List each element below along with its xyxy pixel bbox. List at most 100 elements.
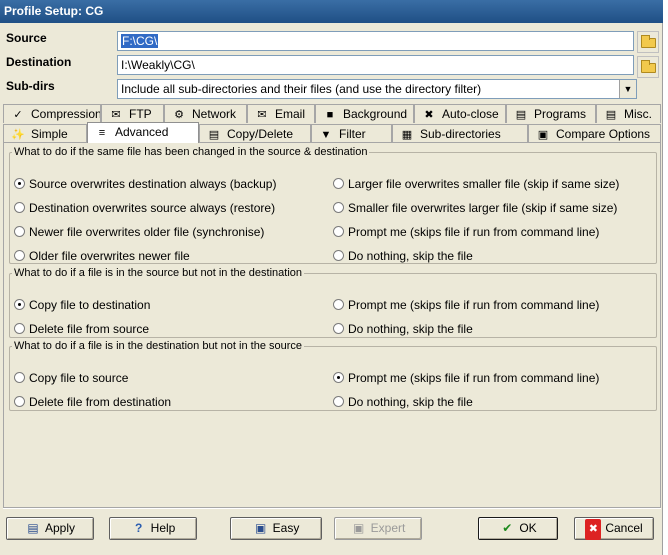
radio-dot: [333, 396, 344, 407]
radio-dot: [333, 372, 344, 383]
destination-value: I:\Weakly\CG\: [121, 58, 195, 72]
tab-email[interactable]: ✉ Email: [247, 104, 315, 123]
radio-larger-overwrites[interactable]: Larger file overwrites smaller file (ski…: [333, 176, 619, 192]
ftp-icon: ✉: [111, 109, 121, 121]
tab-advanced[interactable]: ≡ Advanced: [87, 122, 199, 143]
tab-compare-options[interactable]: ▣ Compare Options: [528, 124, 661, 143]
tab-auto-close[interactable]: ✖ Auto-close: [414, 104, 506, 123]
radio-dot: [14, 178, 25, 189]
radio-older-overwrites[interactable]: Older file overwrites newer file: [14, 248, 190, 264]
radio-label: Do nothing, skip the file: [348, 249, 473, 263]
radio-do-nothing[interactable]: Do nothing, skip the file: [333, 248, 473, 264]
radio-newer-overwrites[interactable]: Newer file overwrites older file (synchr…: [14, 224, 264, 240]
button-label: Apply: [44, 521, 76, 535]
tab-filter[interactable]: ▼ Filter: [311, 124, 392, 143]
button-label: Cancel: [605, 521, 643, 535]
radio-label: Larger file overwrites smaller file (ski…: [348, 177, 620, 191]
group-legend: What to do if a file is in the destinati…: [14, 340, 303, 352]
tab-label: Email: [275, 107, 306, 121]
sub-directories-icon: ▦: [401, 129, 413, 141]
network-icon: ⚙: [174, 109, 184, 121]
tab-label: Filter: [339, 127, 366, 141]
radio-dot: [333, 178, 344, 189]
group-legend: What to do if the same file has been cha…: [14, 146, 368, 158]
radio-copy-to-destination[interactable]: Copy file to destination: [14, 297, 150, 313]
radio-dot: [333, 226, 344, 237]
subdirs-value: Include all sub-directories and their fi…: [121, 82, 482, 96]
tab-compression[interactable]: ✓ Compression: [3, 104, 101, 123]
profile-setup-window: Profile Setup: CG Source F:\CG\ Destinat…: [0, 0, 663, 555]
destination-label: Destination: [6, 55, 72, 69]
radio-dot: [14, 299, 25, 310]
radio-label: Smaller file overwrites larger file (ski…: [348, 201, 618, 215]
advanced-icon: ≡: [98, 127, 106, 139]
tab-sub-directories[interactable]: ▦ Sub-directories: [392, 124, 528, 143]
source-value: F:\CG\: [121, 34, 159, 48]
help-icon: ?: [134, 521, 143, 535]
radio-dot: [14, 323, 25, 334]
subdirs-select[interactable]: Include all sub-directories and their fi…: [117, 79, 637, 99]
radio-dot: [14, 202, 25, 213]
radio-label: Delete file from source: [29, 322, 150, 336]
radio-smaller-overwrites[interactable]: Smaller file overwrites larger file (ski…: [333, 200, 617, 216]
tab-label: Compression: [31, 107, 101, 121]
radio-delete-from-destination[interactable]: Delete file from destination: [14, 394, 171, 410]
tab-simple[interactable]: ✨ Simple: [3, 124, 87, 143]
radio-delete-from-source[interactable]: Delete file from source: [14, 321, 149, 337]
radio-label: Copy file to source: [29, 371, 129, 385]
tab-misc[interactable]: ▤ Misc.: [596, 104, 661, 123]
radio-destination-overwrites[interactable]: Destination overwrites source always (re…: [14, 200, 275, 216]
radio-do-nothing[interactable]: Do nothing, skip the file: [333, 394, 473, 410]
cancel-button[interactable]: ✖ Cancel: [574, 517, 654, 540]
radio-label: Source overwrites destination always (ba…: [29, 177, 277, 191]
compression-icon: ✓: [13, 109, 23, 121]
ok-button[interactable]: ✔ OK: [478, 517, 558, 540]
radio-label: Delete file from destination: [29, 395, 172, 409]
programs-icon: ▤: [515, 109, 527, 121]
radio-dot: [333, 250, 344, 261]
misc-icon: ▤: [605, 109, 617, 121]
help-button[interactable]: ? Help: [109, 517, 197, 540]
radio-dot: [333, 299, 344, 310]
radio-prompt-me[interactable]: Prompt me (skips file if run from comman…: [333, 297, 599, 313]
destination-only-group: What to do if a file is in the destinati…: [9, 340, 657, 411]
radio-prompt-me[interactable]: Prompt me (skips file if run from comman…: [333, 224, 599, 240]
radio-do-nothing[interactable]: Do nothing, skip the file: [333, 321, 473, 337]
radio-label: Destination overwrites source always (re…: [29, 201, 276, 215]
tab-ftp[interactable]: ✉ FTP: [101, 104, 164, 123]
source-browse-button[interactable]: [637, 31, 659, 53]
tab-label: Background: [343, 107, 408, 121]
radio-label: Do nothing, skip the file: [348, 395, 473, 409]
compare-options-icon: ▣: [537, 129, 549, 141]
radio-label: Prompt me (skips file if run from comman…: [348, 225, 600, 239]
radio-prompt-me[interactable]: Prompt me (skips file if run from comman…: [333, 370, 599, 386]
tab-label: Advanced: [115, 125, 169, 139]
tab-network[interactable]: ⚙ Network: [164, 104, 247, 123]
simple-icon: ✨: [11, 129, 25, 141]
destination-browse-button[interactable]: [637, 56, 659, 78]
folder-icon: [641, 35, 656, 48]
radio-label: Copy file to destination: [29, 298, 151, 312]
tab-label: Sub-directories: [420, 127, 501, 141]
separator: [3, 508, 661, 509]
radio-source-overwrites[interactable]: Source overwrites destination always (ba…: [14, 176, 276, 192]
easy-button[interactable]: ▣ Easy: [230, 517, 322, 540]
button-label: Help: [150, 521, 176, 535]
subdirs-label: Sub-dirs: [6, 79, 55, 93]
folder-icon: [641, 60, 656, 73]
radio-copy-to-source[interactable]: Copy file to source: [14, 370, 128, 386]
tab-background[interactable]: ■ Background: [315, 104, 414, 123]
source-field[interactable]: F:\CG\: [117, 31, 634, 51]
filter-icon: ▼: [320, 129, 332, 141]
destination-field[interactable]: I:\Weakly\CG\: [117, 55, 634, 75]
chevron-down-icon[interactable]: ▼: [619, 80, 636, 98]
expert-button[interactable]: ▣ Expert: [334, 517, 422, 540]
tab-copy-delete[interactable]: ▤ Copy/Delete: [199, 124, 311, 143]
tab-label: FTP: [129, 107, 152, 121]
radio-dot: [14, 372, 25, 383]
tab-label: Simple: [31, 127, 68, 141]
save-icon: ▤: [27, 521, 39, 535]
apply-button[interactable]: ▤ Apply: [6, 517, 94, 540]
tab-programs[interactable]: ▤ Programs: [506, 104, 596, 123]
window-title: Profile Setup: CG: [0, 0, 663, 23]
